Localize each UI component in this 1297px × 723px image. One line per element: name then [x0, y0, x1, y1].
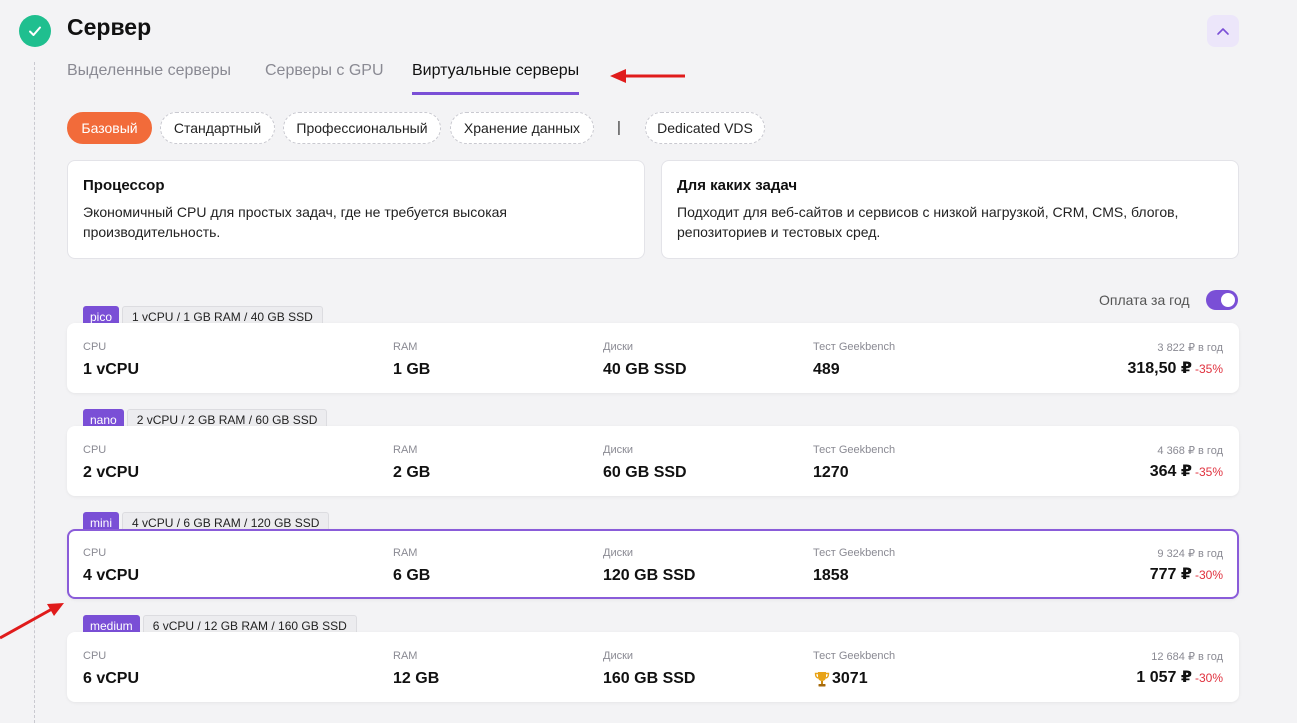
- old-price: 9 324 ₽ в год: [1157, 548, 1223, 560]
- chip-standard[interactable]: Стандартный: [160, 112, 275, 144]
- cpu-label: CPU: [83, 547, 107, 559]
- discount-badge: -30%: [1194, 671, 1223, 685]
- disk-label: Диски: [603, 547, 634, 559]
- bench-label: Тест Geekbench: [813, 341, 896, 353]
- current-price: 777 ₽: [1149, 566, 1192, 583]
- cpu-value: 1 vCPU: [83, 361, 140, 378]
- ram-value: 6 GB: [393, 567, 431, 584]
- ram-value: 12 GB: [393, 670, 440, 687]
- plan-card-mini[interactable]: CPU 4 vCPU RAM 6 GB Диски 120 GB SSD Тест G…: [67, 529, 1239, 599]
- tasks-info-card: Для каких задач Подходит для веб-сайтов …: [661, 160, 1239, 259]
- ram-value: 2 GB: [393, 464, 431, 481]
- chip-separator: |: [617, 119, 621, 136]
- step-complete-check-icon: [19, 15, 51, 47]
- discount-badge: -30%: [1194, 568, 1223, 582]
- trophy-icon: [814, 672, 830, 687]
- yearly-billing: Оплата за год: [1099, 290, 1238, 310]
- tab-gpu-servers[interactable]: Серверы с GPU: [265, 62, 384, 92]
- cpu-value: 2 vCPU: [83, 464, 140, 481]
- discount-badge: -35%: [1194, 465, 1223, 479]
- price-block: 3 822 ₽ в год 318,50 ₽ -35%: [1127, 341, 1223, 378]
- cpu-value: 4 vCPU: [83, 567, 140, 584]
- discount-badge: -35%: [1194, 362, 1223, 376]
- disk-label: Диски: [603, 444, 634, 456]
- disk-value: 40 GB SSD: [603, 361, 687, 378]
- ram-value: 1 GB: [393, 361, 431, 378]
- current-price: 318,50 ₽: [1127, 360, 1192, 377]
- bench-value: 489: [813, 361, 840, 378]
- price-block: 9 324 ₽ в год 777 ₽ -30%: [1150, 547, 1223, 584]
- disk-value: 60 GB SSD: [603, 464, 687, 481]
- chip-dedicated-vds[interactable]: Dedicated VDS: [645, 112, 765, 144]
- toggle-knob: [1220, 293, 1235, 307]
- yearly-billing-label: Оплата за год: [1099, 292, 1190, 308]
- section-title: Сервер: [67, 14, 152, 40]
- bench-value: 1270: [813, 464, 849, 481]
- cpu-label: CPU: [83, 444, 107, 456]
- cpu-label: CPU: [83, 650, 107, 662]
- annotation-arrow-left-icon: [610, 69, 685, 83]
- chip-data-storage[interactable]: Хранение данных: [450, 112, 594, 144]
- ram-label: RAM: [393, 547, 418, 559]
- collapse-button[interactable]: [1207, 15, 1239, 47]
- disk-label: Диски: [603, 650, 634, 662]
- price-block: 4 368 ₽ в год 364 ₽ -35%: [1150, 444, 1223, 481]
- cpu-label: CPU: [83, 341, 107, 353]
- chip-professional[interactable]: Профессиональный: [283, 112, 441, 144]
- tab-dedicated-servers[interactable]: Выделенные серверы: [67, 62, 231, 92]
- bench-label: Тест Geekbench: [813, 650, 896, 662]
- chip-basic[interactable]: Базовый: [67, 112, 152, 144]
- old-price: 12 684 ₽ в год: [1151, 651, 1223, 663]
- old-price: 4 368 ₽ в год: [1157, 445, 1223, 457]
- plan-card-pico[interactable]: CPU 1 vCPU RAM 1 GB Диски 40 GB SSD Тест Ge…: [67, 323, 1239, 393]
- disk-label: Диски: [603, 341, 634, 353]
- disk-value: 120 GB SSD: [603, 567, 696, 584]
- bench-value: 3071: [832, 670, 868, 687]
- bench-label: Тест Geekbench: [813, 444, 896, 456]
- tab-virtual-servers[interactable]: Виртуальные серверы: [412, 62, 580, 95]
- processor-info-card: Процессор Экономичный CPU для простых за…: [67, 160, 645, 259]
- yearly-billing-toggle[interactable]: [1205, 290, 1238, 310]
- plan-card-medium[interactable]: CPU 6 vCPU RAM 12 GB Диски 160 GB SSD Тест …: [67, 632, 1239, 702]
- current-price: 364 ₽: [1149, 463, 1192, 480]
- bench-label: Тест Geekbench: [813, 547, 896, 559]
- ram-label: RAM: [393, 650, 418, 662]
- current-price: 1 057 ₽: [1136, 669, 1192, 686]
- price-block: 12 684 ₽ в год 1 057 ₽ -30%: [1136, 650, 1223, 687]
- ram-label: RAM: [393, 444, 418, 456]
- cpu-value: 6 vCPU: [83, 670, 140, 687]
- ram-label: RAM: [393, 341, 418, 353]
- old-price: 3 822 ₽ в год: [1157, 342, 1223, 354]
- chevron-up-icon: [1217, 28, 1229, 35]
- plan-card-nano[interactable]: CPU 2 vCPU RAM 2 GB Диски 60 GB SSD Тест Ge…: [67, 426, 1239, 496]
- disk-value: 160 GB SSD: [603, 670, 696, 687]
- tasks-info-text: Подходит для веб-сайтов и сервисов с низ…: [677, 204, 1179, 240]
- bench-value: 1858: [813, 567, 849, 584]
- annotation-arrow-up-right-icon: [0, 603, 64, 640]
- processor-info-title: Процессор: [83, 177, 165, 194]
- processor-info-text: Экономичный CPU для простых задач, где н…: [83, 204, 507, 240]
- tasks-info-title: Для каких задач: [677, 177, 798, 194]
